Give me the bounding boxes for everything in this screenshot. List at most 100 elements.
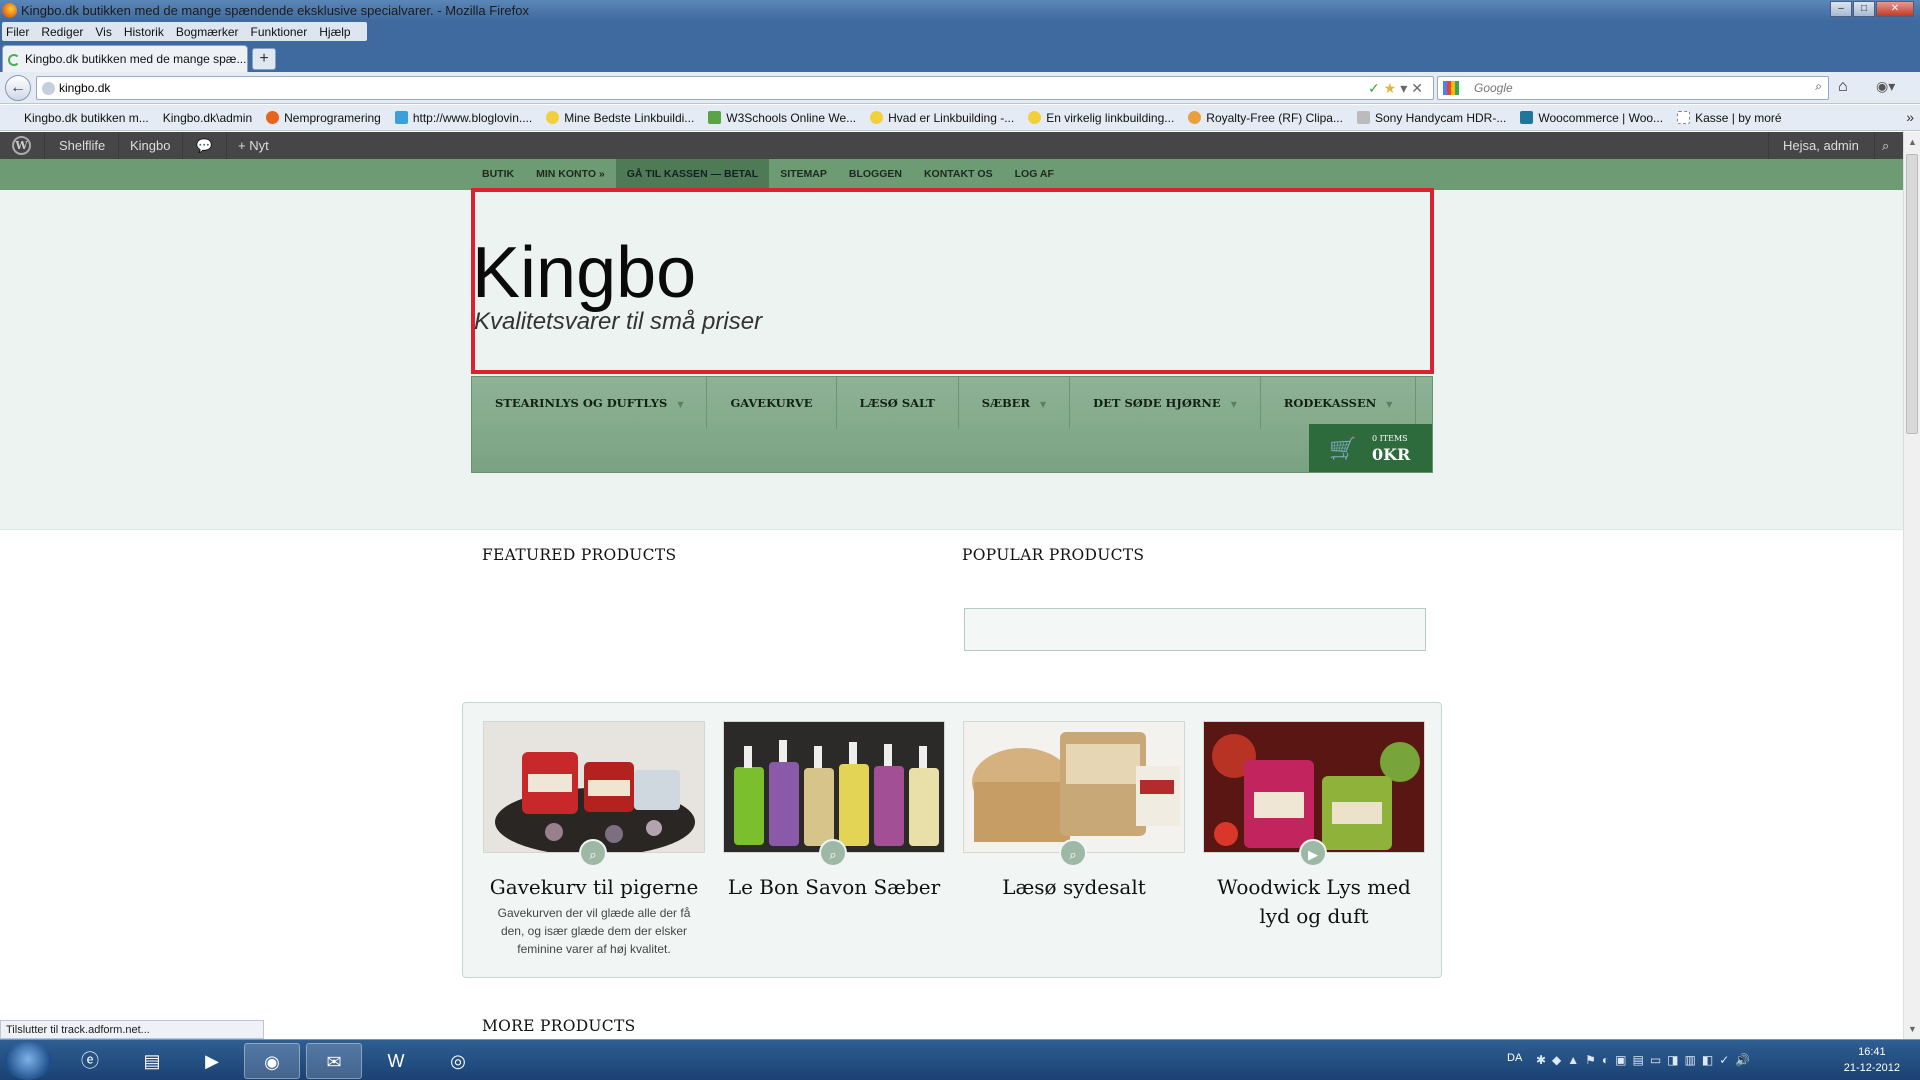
menu-filer[interactable]: Filer [6, 25, 29, 39]
wordpress-logo-icon[interactable]: W [12, 136, 31, 155]
product-card[interactable]: ⌕ Læsø sydesalt [963, 721, 1185, 904]
bookmark-item[interactable]: Kingbo.dk butikken m... [24, 111, 149, 125]
dropdown-arrow-icon[interactable]: ▾ [1400, 80, 1411, 96]
browser-tab[interactable]: Kingbo.dk butikken med de mange spæ... [2, 45, 248, 72]
scroll-up-icon[interactable]: ▲ [1904, 134, 1920, 150]
nav-det-soede-hjoerne[interactable]: DET SØDE HJØRNE ▼ [1070, 377, 1261, 429]
top-menu-kassen[interactable]: GÅ TIL KASSEN — BETAL [615, 159, 770, 190]
bookmark-item[interactable]: Sony Handycam HDR-... [1356, 111, 1506, 125]
search-box[interactable]: Google ⌕ [1437, 76, 1829, 100]
top-menu-sitemap[interactable]: SITEMAP [769, 159, 838, 190]
nav-rodekassen[interactable]: RODEKASSEN ▼ [1261, 377, 1417, 429]
tab-label: Kingbo.dk butikken med de mange spæ... [25, 52, 247, 66]
media-player-icon[interactable]: ▶ [184, 1043, 240, 1079]
zoom-icon[interactable]: ⌕ [1059, 839, 1087, 867]
home-icon[interactable]: ⌂ [1838, 78, 1848, 96]
menu-hjaelp[interactable]: Hjælp [319, 25, 350, 39]
admin-search-icon[interactable]: ⌕ [1882, 138, 1889, 154]
bookmark-star-icon[interactable]: ★ [1384, 80, 1401, 96]
maximize-button[interactable]: □ [1853, 1, 1875, 17]
product-name[interactable]: Le Bon Savon Sæber [723, 873, 945, 902]
page-viewport: W Shelflife Kingbo 💬 + Nyt Hejsa, admin … [0, 132, 1903, 1039]
stop-icon[interactable]: ✕ [1411, 80, 1427, 96]
menu-rediger[interactable]: Rediger [41, 25, 83, 39]
url-bar[interactable]: kingbo.dk ✓★▾✕ [36, 76, 1434, 100]
zoom-icon[interactable]: ⌕ [819, 839, 847, 867]
language-indicator[interactable]: DA [1507, 1052, 1522, 1064]
scroll-down-icon[interactable]: ▼ [1904, 1021, 1920, 1037]
bookmark-item[interactable]: Hvad er Linkbuilding -... [870, 111, 1014, 125]
top-menu-kontakt[interactable]: KONTAKT OS [913, 159, 1004, 190]
page-scrollbar[interactable]: ▲ ▼ [1903, 132, 1920, 1039]
menu-funktioner[interactable]: Funktioner [251, 25, 308, 39]
clock[interactable]: 16:41 21-12-2012 [1844, 1044, 1900, 1076]
nav-laeso-salt[interactable]: LÆSØ SALT [837, 377, 959, 429]
google-icon[interactable] [1443, 81, 1459, 95]
bookmark-item[interactable]: Kasse | by moré [1677, 110, 1782, 125]
minimize-button[interactable]: – [1830, 1, 1852, 17]
main-navigation: STEARINLYS OG DUFTLYS ▼ GAVEKURVE LÆSØ SA… [471, 376, 1433, 473]
menu-historik[interactable]: Historik [124, 25, 164, 39]
search-icon[interactable]: ⌕ [1815, 79, 1822, 94]
close-button[interactable]: ✕ [1876, 1, 1914, 17]
menu-bogmaerker[interactable]: Bogmærker [176, 25, 239, 39]
bookmarks-overflow-icon[interactable]: » [1906, 109, 1914, 125]
bookmark-item[interactable]: Kingbo.dk\admin [163, 111, 252, 125]
site-identity-icon[interactable] [42, 82, 55, 95]
divider [1874, 132, 1875, 159]
top-menu-log-af[interactable]: LOG AF [1004, 159, 1065, 190]
bookmark-item[interactable]: W3Schools Online We... [708, 111, 856, 125]
nav-stearinlys[interactable]: STEARINLYS OG DUFTLYS ▼ [472, 377, 708, 429]
back-button[interactable]: ← [5, 75, 31, 101]
bookmark-item[interactable]: Royalty-Free (RF) Clipa... [1188, 111, 1343, 125]
system-tray-icons[interactable]: ✱◆▲⚑◐▣▤▭◨▥◧✓🔊 [1536, 1053, 1756, 1067]
menu-vis[interactable]: Vis [95, 25, 111, 39]
product-image[interactable] [723, 721, 945, 853]
product-name[interactable]: Læsø sydesalt [963, 873, 1185, 902]
product-card[interactable]: ⌕ Le Bon Savon Sæber [723, 721, 945, 904]
chrome-taskbar-icon[interactable]: ◎ [430, 1043, 486, 1079]
bookmark-item[interactable]: Nemprogramering [266, 111, 381, 125]
popular-products-box [964, 608, 1426, 651]
admin-greeting[interactable]: Hejsa, admin [1783, 138, 1859, 153]
bookmark-item[interactable]: Woocommerce | Woo... [1520, 111, 1663, 125]
top-menu-butik[interactable]: BUTIK [471, 159, 525, 190]
outlook-taskbar-icon[interactable]: ✉ [306, 1043, 362, 1079]
product-name[interactable]: Gavekurv til pigerne [483, 873, 705, 902]
addon-icon[interactable]: ◉▾ [1876, 78, 1895, 95]
admin-bar-shelflife[interactable]: Shelflife [59, 138, 105, 153]
checkmark-icon[interactable]: ✓ [1368, 80, 1384, 96]
cart-button[interactable]: 🛒 0 ITEMS 0KR [1309, 424, 1432, 472]
site-title[interactable]: Kingbo [472, 232, 696, 314]
bookmark-label: En virkelig linkbuilding... [1046, 110, 1175, 125]
new-tab-button[interactable]: + [252, 48, 276, 70]
loading-spinner-icon [8, 54, 20, 66]
product-image[interactable] [483, 721, 705, 853]
admin-bar-new[interactable]: + Nyt [238, 138, 269, 153]
nav-saeber[interactable]: SÆBER ▼ [959, 377, 1071, 429]
start-button[interactable] [4, 1042, 52, 1080]
bookmark-item[interactable]: http://www.bloglovin.... [394, 111, 532, 125]
internet-explorer-icon[interactable]: ⓔ [62, 1043, 118, 1079]
firefox-taskbar-icon[interactable]: ◉ [244, 1043, 300, 1079]
top-menu-bloggen[interactable]: BLOGGEN [838, 159, 913, 190]
product-image[interactable] [1203, 721, 1425, 853]
product-card[interactable]: ⌕ Gavekurv til pigerne Gavekurven der vi… [483, 721, 705, 958]
product-image[interactable] [963, 721, 1185, 853]
comments-icon[interactable]: 💬 [196, 138, 212, 154]
wordpress-favicon-icon [1520, 111, 1534, 124]
explorer-folder-icon[interactable]: ▤ [124, 1043, 180, 1079]
product-card[interactable]: ▶ Woodwick Lys med lyd og duft [1203, 721, 1425, 933]
bookmark-item[interactable]: Mine Bedste Linkbuildi... [546, 111, 694, 125]
top-menu-min-konto[interactable]: MIN KONTO » [525, 159, 616, 190]
play-icon[interactable]: ▶ [1299, 839, 1327, 867]
bookmark-label: Kasse | by moré [1695, 110, 1782, 125]
window-title-bar: Kingbo.dk butikken med de mange spændend… [0, 0, 1920, 21]
bookmark-item[interactable]: En virkelig linkbuilding... [1028, 111, 1174, 125]
nav-gavekurve[interactable]: GAVEKURVE [707, 377, 837, 429]
word-taskbar-icon[interactable]: W [368, 1043, 424, 1079]
zoom-icon[interactable]: ⌕ [579, 839, 607, 867]
admin-bar-kingbo[interactable]: Kingbo [130, 138, 170, 153]
product-name[interactable]: Woodwick Lys med lyd og duft [1203, 873, 1425, 931]
scrollbar-thumb[interactable] [1906, 154, 1918, 434]
